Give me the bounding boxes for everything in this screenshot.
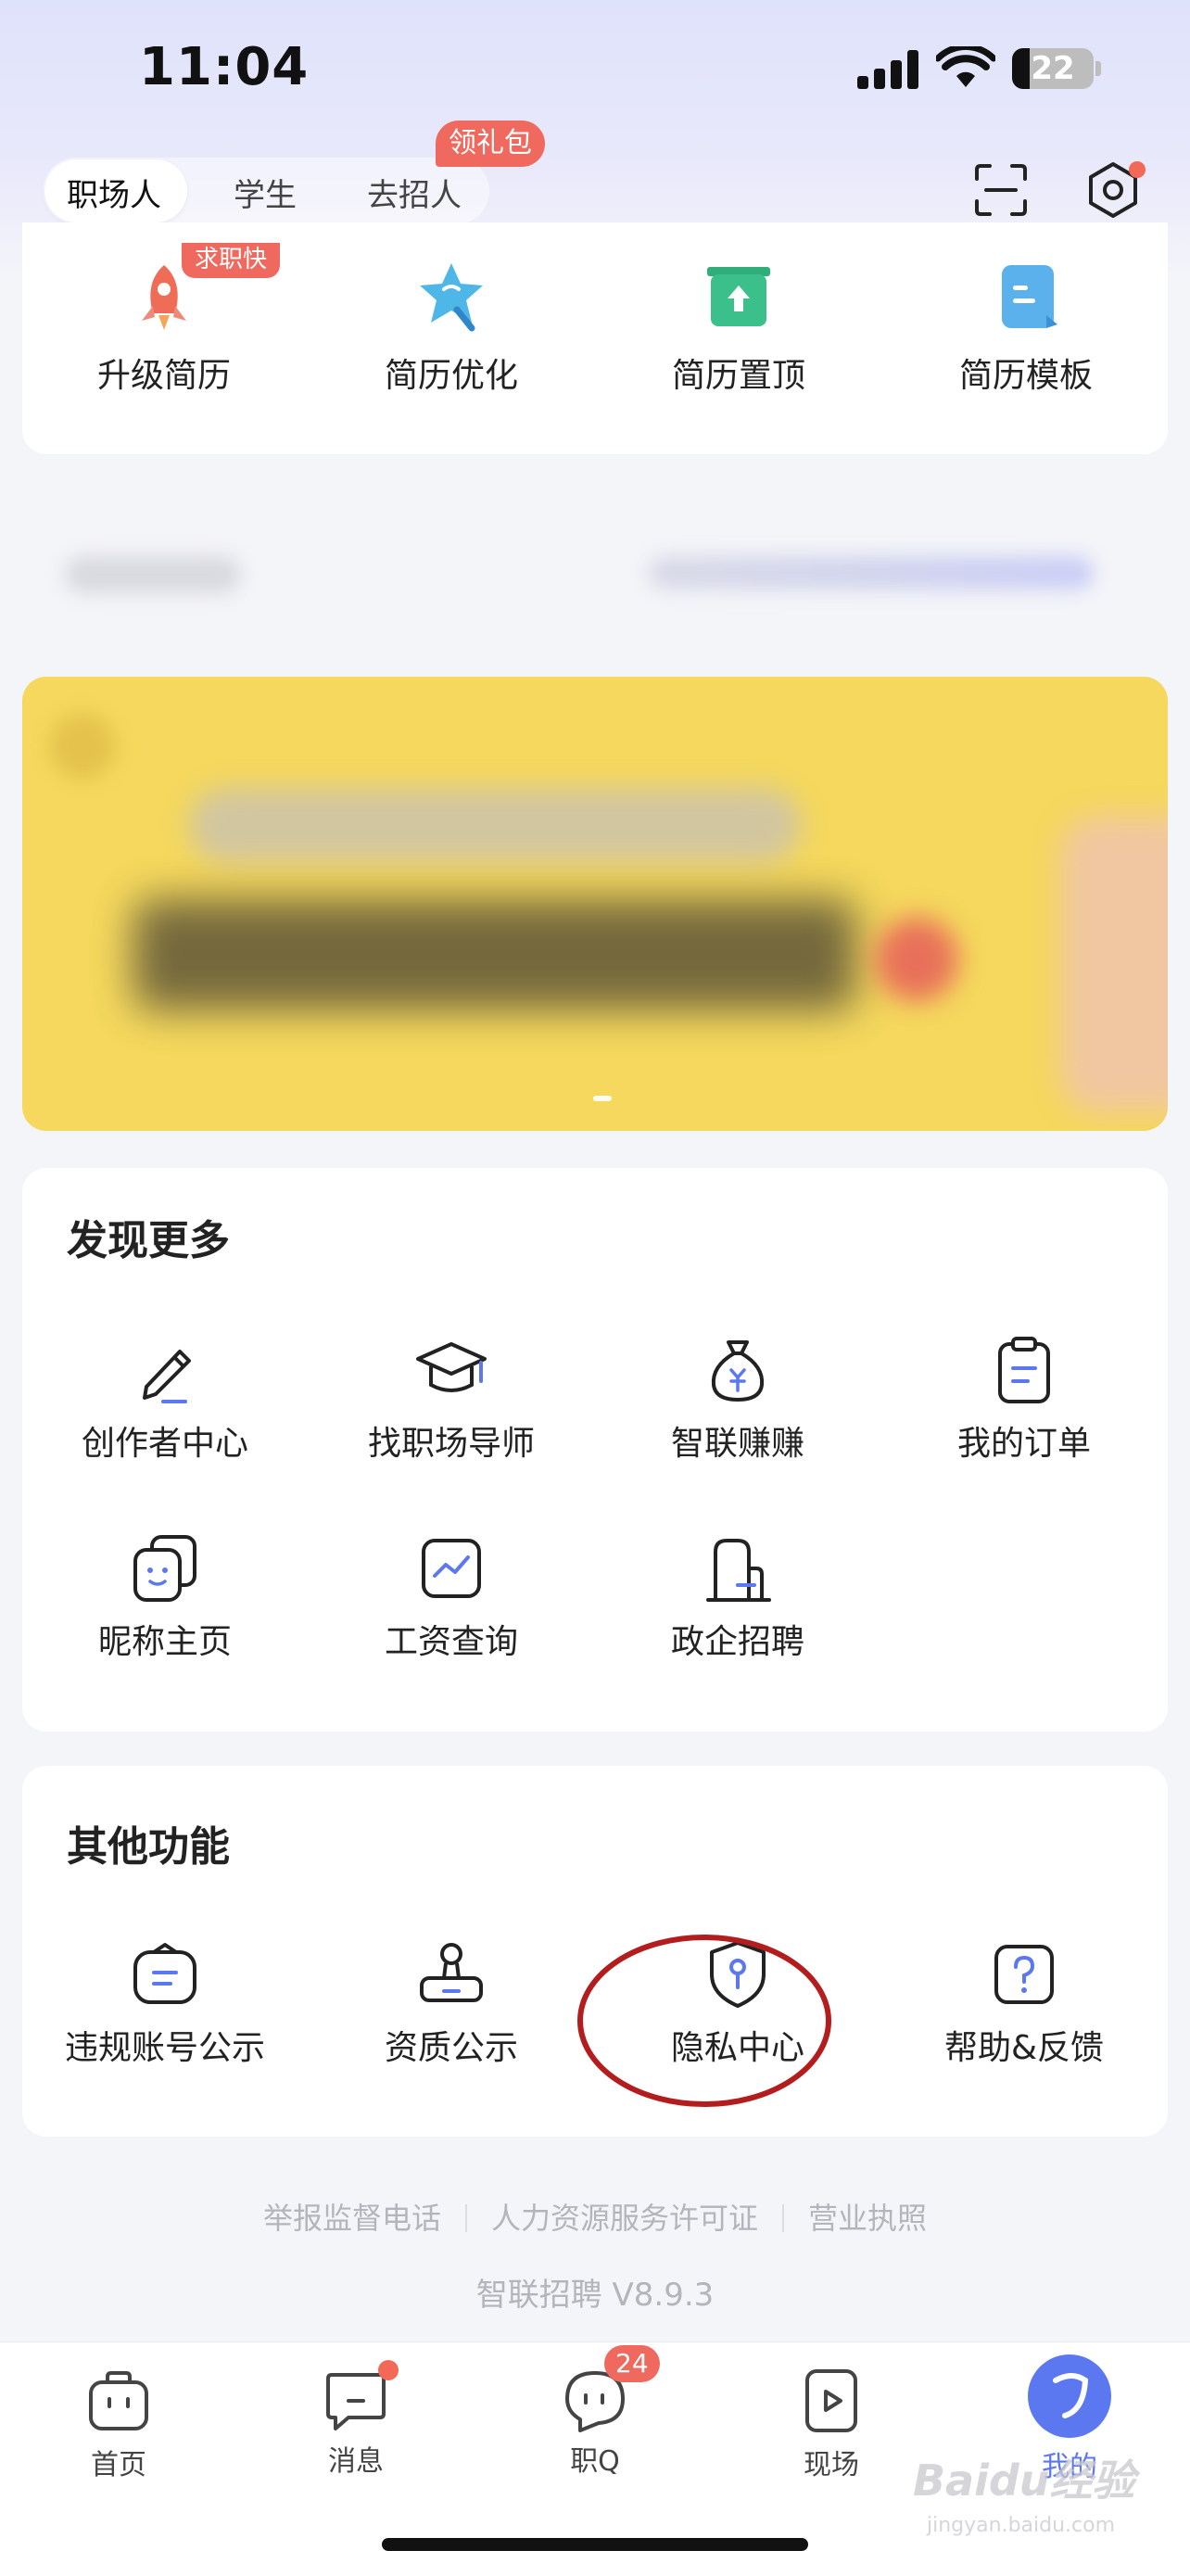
other-item-label: 违规账号公示 [64, 2029, 265, 2067]
gift-badge[interactable]: 领礼包 [436, 121, 545, 167]
discover-item-label: 政企招聘 [670, 1623, 804, 1661]
tab-role-student[interactable]: 学生 [234, 170, 297, 215]
promo-banner[interactable] [22, 677, 1168, 1131]
battery-level: 22 [1031, 50, 1075, 87]
quick-item-pin-resume[interactable]: 简历置顶 [637, 260, 841, 397]
chart-line-icon [422, 1539, 481, 1598]
tab-label: 首页 [91, 2449, 146, 2481]
quick-item-label: 简历置顶 [671, 357, 805, 395]
money-bag-icon [711, 1340, 765, 1402]
pin-top-icon [707, 267, 770, 326]
stamp-icon [420, 1943, 483, 2002]
discover-item-creator-center[interactable]: 创作者中心 [26, 1333, 304, 1465]
discover-title: 发现更多 [67, 1217, 230, 1264]
settings-button[interactable] [1082, 159, 1146, 221]
discover-item-salary-query[interactable]: 工资查询 [312, 1531, 590, 1663]
tab-zhiq[interactable]: 24 职Q [516, 2345, 674, 2479]
help-icon [994, 1945, 1054, 2004]
baidu-watermark-url: jingyan.baidu.com [927, 2514, 1116, 2537]
app-version: 智联招聘 V8.9.3 [475, 2277, 715, 2314]
video-icon [805, 2369, 857, 2432]
settings-notification-dot [1129, 161, 1146, 178]
footer-divider [464, 2204, 467, 2232]
tab-label: 消息 [328, 2445, 384, 2478]
battery-cap [1095, 61, 1101, 76]
clipboard-icon [998, 1337, 1050, 1403]
building-icon [706, 1539, 771, 1602]
other-item-help-feedback[interactable]: 帮助&反馈 [885, 1937, 1163, 2069]
tab-messages[interactable]: 消息 [277, 2360, 435, 2479]
template-icon [1002, 265, 1057, 328]
discover-item-zhilian-earn[interactable]: 智联赚赚 [599, 1333, 877, 1465]
tab-label: 职Q [570, 2445, 620, 2478]
footer-link-report-phone[interactable]: 举报监督电话 [263, 2201, 441, 2236]
discover-item-my-orders[interactable]: 我的订单 [885, 1333, 1163, 1465]
quick-item-upgrade-resume[interactable]: 升级简历 [62, 260, 266, 397]
other-functions-title: 其他功能 [67, 1823, 230, 1871]
blurred-section-title [65, 556, 241, 593]
quick-item-label: 升级简历 [96, 357, 231, 395]
tab-home[interactable]: 首页 [40, 2366, 197, 2482]
footer-link-business-license[interactable]: 营业执照 [808, 2201, 927, 2236]
discover-item-find-mentor[interactable]: 找职场导师 [312, 1333, 590, 1465]
graduation-cap-icon [416, 1342, 487, 1392]
wifi-icon [936, 46, 995, 87]
messages-notification-dot [378, 2360, 399, 2380]
pencil-icon [143, 1350, 191, 1403]
discover-item-label: 昵称主页 [97, 1623, 232, 1661]
tab-live[interactable]: 现场 [753, 2366, 910, 2482]
discover-item-gov-recruit[interactable]: 政企招聘 [599, 1531, 877, 1663]
footer-divider [782, 2204, 784, 2232]
status-time: 11:04 [139, 37, 310, 97]
quick-item-label: 简历模板 [958, 357, 1093, 395]
quick-item-label: 简历优化 [384, 357, 518, 395]
discover-item-nickname-home[interactable]: 昵称主页 [26, 1531, 304, 1663]
job-seeking-badge: 求职快 [182, 243, 281, 278]
briefcase-icon [89, 2371, 148, 2430]
other-item-qualification[interactable]: 资质公示 [312, 1937, 590, 2069]
discover-item-label: 找职场导师 [367, 1425, 535, 1463]
baidu-watermark: Baidu经验 [913, 2455, 1135, 2506]
signal-icon [857, 48, 918, 89]
tab-label: 现场 [804, 2449, 859, 2481]
other-item-violation-accounts[interactable]: 违规账号公示 [26, 1937, 304, 2069]
zhiq-count-badge: 24 [604, 2345, 660, 2382]
face-card-icon [133, 1535, 196, 1602]
star-wand-icon [420, 263, 483, 332]
discover-item-label: 我的订单 [956, 1425, 1091, 1463]
quick-item-optimize-resume[interactable]: 简历优化 [349, 260, 553, 397]
banner-page-indicator [593, 1096, 612, 1101]
discover-item-label: 智联赚赚 [670, 1425, 804, 1463]
blurred-section-link [649, 556, 1094, 590]
discover-item-label: 创作者中心 [81, 1425, 248, 1463]
tab-role-professional[interactable]: 职场人 [67, 170, 161, 215]
tab-role-recruit[interactable]: 去招人 [367, 170, 462, 215]
scan-icon[interactable] [973, 162, 1029, 218]
other-item-label: 帮助&反馈 [943, 2029, 1105, 2067]
notice-bag-icon [133, 1943, 196, 2004]
footer-link-hr-license[interactable]: 人力资源服务许可证 [491, 2201, 758, 2236]
battery-indicator: 22 [1012, 48, 1094, 89]
footer-links: 举报监督电话 人力资源服务许可证 营业执照 [0, 2195, 1190, 2238]
annotation-circle [577, 1935, 831, 2107]
quick-item-resume-template[interactable]: 简历模板 [924, 260, 1128, 397]
other-item-label: 资质公示 [384, 2029, 518, 2067]
profile-icon [1028, 2354, 1111, 2438]
discover-item-label: 工资查询 [384, 1623, 518, 1661]
home-indicator[interactable] [382, 2538, 808, 2551]
